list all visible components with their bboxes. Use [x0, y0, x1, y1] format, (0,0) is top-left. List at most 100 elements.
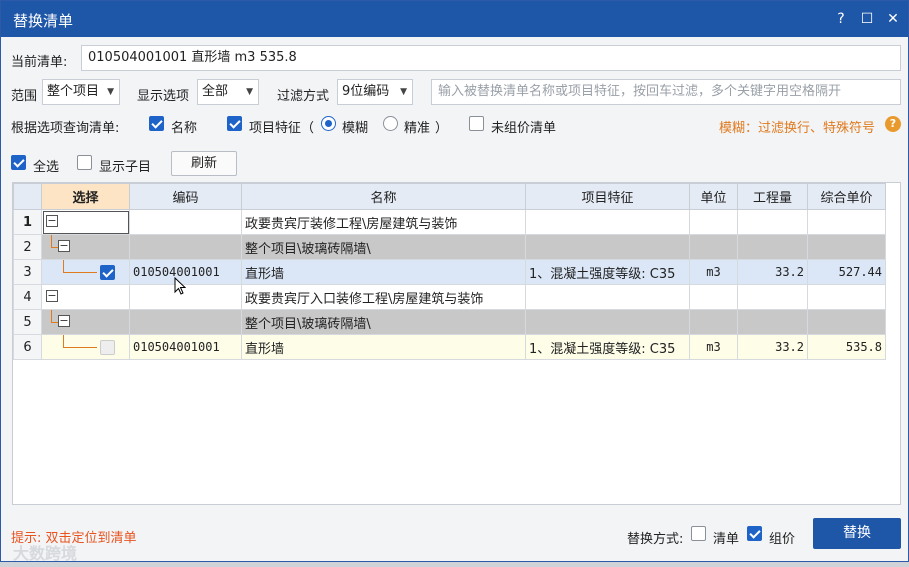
exact-label: 精准: [404, 121, 431, 136]
unpriced-label: 未组价清单: [491, 121, 557, 136]
chevron-down-icon: ▼: [400, 87, 407, 97]
row-select-checkbox: [100, 340, 115, 355]
scope-select[interactable]: 整个项目 ▼: [42, 79, 120, 105]
display-value: 全部: [202, 84, 229, 99]
feature-cell: [525, 234, 690, 260]
table-row[interactable]: 3 010504001001 直形墙 1、混凝土强度等级: C35 m3 33.…: [13, 259, 886, 285]
qty-cell: [737, 284, 808, 310]
feature-checkbox[interactable]: [227, 116, 242, 131]
mode-list-checkbox[interactable]: [691, 526, 706, 541]
refresh-button[interactable]: 刷新: [171, 151, 237, 176]
table-header-row: 选择 编码 名称 项目特征 单位 工程量 综合单价: [13, 183, 886, 210]
scope-value: 整个项目: [47, 84, 100, 99]
select-all-label: 全选: [33, 160, 60, 175]
table-row[interactable]: 6 010504001001 直形墙 1、混凝土强度等级: C35 m3 33.…: [13, 334, 886, 360]
select-cell[interactable]: [41, 259, 130, 285]
replace-button[interactable]: 替换: [813, 518, 901, 549]
help-button[interactable]: ?: [831, 9, 851, 29]
price-cell: 527.44: [807, 259, 886, 285]
fuzzy-radio[interactable]: [321, 116, 336, 131]
chevron-down-icon: ▼: [107, 87, 114, 97]
question-icon[interactable]: ?: [885, 116, 901, 132]
replace-list-dialog: 替换清单 ? ☐ ✕ 当前清单: 010504001001 直形墙 m3 535…: [0, 0, 909, 563]
fuzzy-label: 模糊: [342, 121, 369, 136]
select-cell[interactable]: −: [41, 234, 130, 260]
exact-radio[interactable]: [383, 116, 398, 131]
tree-connector: [51, 247, 58, 248]
row-number: 1: [13, 209, 42, 235]
col-header-code[interactable]: 编码: [129, 183, 242, 210]
chevron-down-icon: ▼: [246, 87, 253, 97]
filter-label: 过滤方式: [277, 89, 330, 104]
name-cell: 整个项目\玻璃砖隔墙\: [241, 309, 526, 335]
col-header-feature[interactable]: 项目特征: [525, 183, 690, 210]
qty-cell: [737, 234, 808, 260]
code-cell: [129, 209, 242, 235]
name-cell: 整个项目\玻璃砖隔墙\: [241, 234, 526, 260]
table-row[interactable]: 1 − 政要贵宾厅装修工程\房屋建筑与装饰: [13, 209, 886, 235]
qty-cell: [737, 209, 808, 235]
table-row[interactable]: 5 − 整个项目\玻璃砖隔墙\: [13, 309, 886, 335]
unit-cell: [689, 309, 738, 335]
collapse-icon[interactable]: −: [46, 215, 58, 227]
table-row[interactable]: 4 − 政要贵宾厅入口装修工程\房屋建筑与装饰: [13, 284, 886, 310]
current-list-label: 当前清单:: [11, 55, 68, 70]
tree-connector: [63, 272, 97, 273]
unit-cell: [689, 209, 738, 235]
feature-checkbox-label: 项目特征（: [249, 121, 315, 136]
dialog-title: 替换清单: [13, 12, 74, 30]
unpriced-checkbox[interactable]: [469, 116, 484, 131]
query-label: 根据选项查询清单:: [11, 121, 120, 136]
code-cell: [129, 234, 242, 260]
col-header-qty[interactable]: 工程量: [737, 183, 808, 210]
qty-cell: 33.2: [737, 334, 808, 360]
code-cell: [129, 309, 242, 335]
price-cell: [807, 209, 886, 235]
filter-select[interactable]: 9位编码 ▼: [337, 79, 413, 105]
unit-cell: [689, 234, 738, 260]
maximize-icon[interactable]: ☐: [857, 9, 877, 29]
name-cell: 直形墙: [241, 334, 526, 360]
display-label: 显示选项: [137, 89, 190, 104]
row-select-checkbox[interactable]: [100, 265, 115, 280]
name-cell: 政要贵宾厅装修工程\房屋建筑与装饰: [241, 209, 526, 235]
feature-cell: [525, 284, 690, 310]
display-select[interactable]: 全部 ▼: [197, 79, 259, 105]
code-cell: 010504001001: [129, 334, 242, 360]
taskbar-strip: [0, 562, 909, 567]
row-number: 3: [13, 259, 42, 285]
name-cell: 政要贵宾厅入口装修工程\房屋建筑与装饰: [241, 284, 526, 310]
fuzzy-hint: 模糊：过滤换行、特殊符号: [719, 121, 876, 136]
select-cell[interactable]: −: [41, 209, 130, 235]
collapse-icon[interactable]: −: [58, 315, 70, 327]
unit-cell: [689, 284, 738, 310]
select-cell[interactable]: [41, 334, 130, 360]
table-row[interactable]: 2 − 整个项目\玻璃砖隔墙\: [13, 234, 886, 260]
select-all-checkbox[interactable]: [11, 155, 26, 170]
price-cell: [807, 284, 886, 310]
select-cell[interactable]: −: [41, 284, 130, 310]
current-list-field: 010504001001 直形墙 m3 535.8: [81, 45, 901, 71]
name-checkbox-label: 名称: [171, 121, 198, 136]
row-number: 6: [13, 334, 42, 360]
price-cell: [807, 234, 886, 260]
show-children-checkbox[interactable]: [77, 155, 92, 170]
select-cell[interactable]: −: [41, 309, 130, 335]
search-input[interactable]: 输入被替换清单名称或项目特征，按回车过滤，多个关键字用空格隔开: [431, 79, 901, 105]
collapse-icon[interactable]: −: [46, 290, 58, 302]
mode-price-checkbox[interactable]: [747, 526, 762, 541]
row-number: 5: [13, 309, 42, 335]
col-header-select[interactable]: 选择: [41, 183, 130, 210]
mode-list-label: 清单: [713, 532, 740, 547]
list-table: 选择 编码 名称 项目特征 单位 工程量 综合单价 1 − 政要贵宾厅装修工程\…: [12, 182, 901, 505]
close-icon[interactable]: ✕: [883, 9, 903, 29]
mouse-cursor-icon: [174, 277, 186, 295]
col-header-name[interactable]: 名称: [241, 183, 526, 210]
col-header-unit[interactable]: 单位: [689, 183, 738, 210]
collapse-icon[interactable]: −: [58, 240, 70, 252]
replace-mode-label: 替换方式:: [627, 532, 684, 547]
watermark: 大数跨境: [13, 544, 78, 563]
name-checkbox[interactable]: [149, 116, 164, 131]
col-header-price[interactable]: 综合单价: [807, 183, 886, 210]
name-cell: 直形墙: [241, 259, 526, 285]
